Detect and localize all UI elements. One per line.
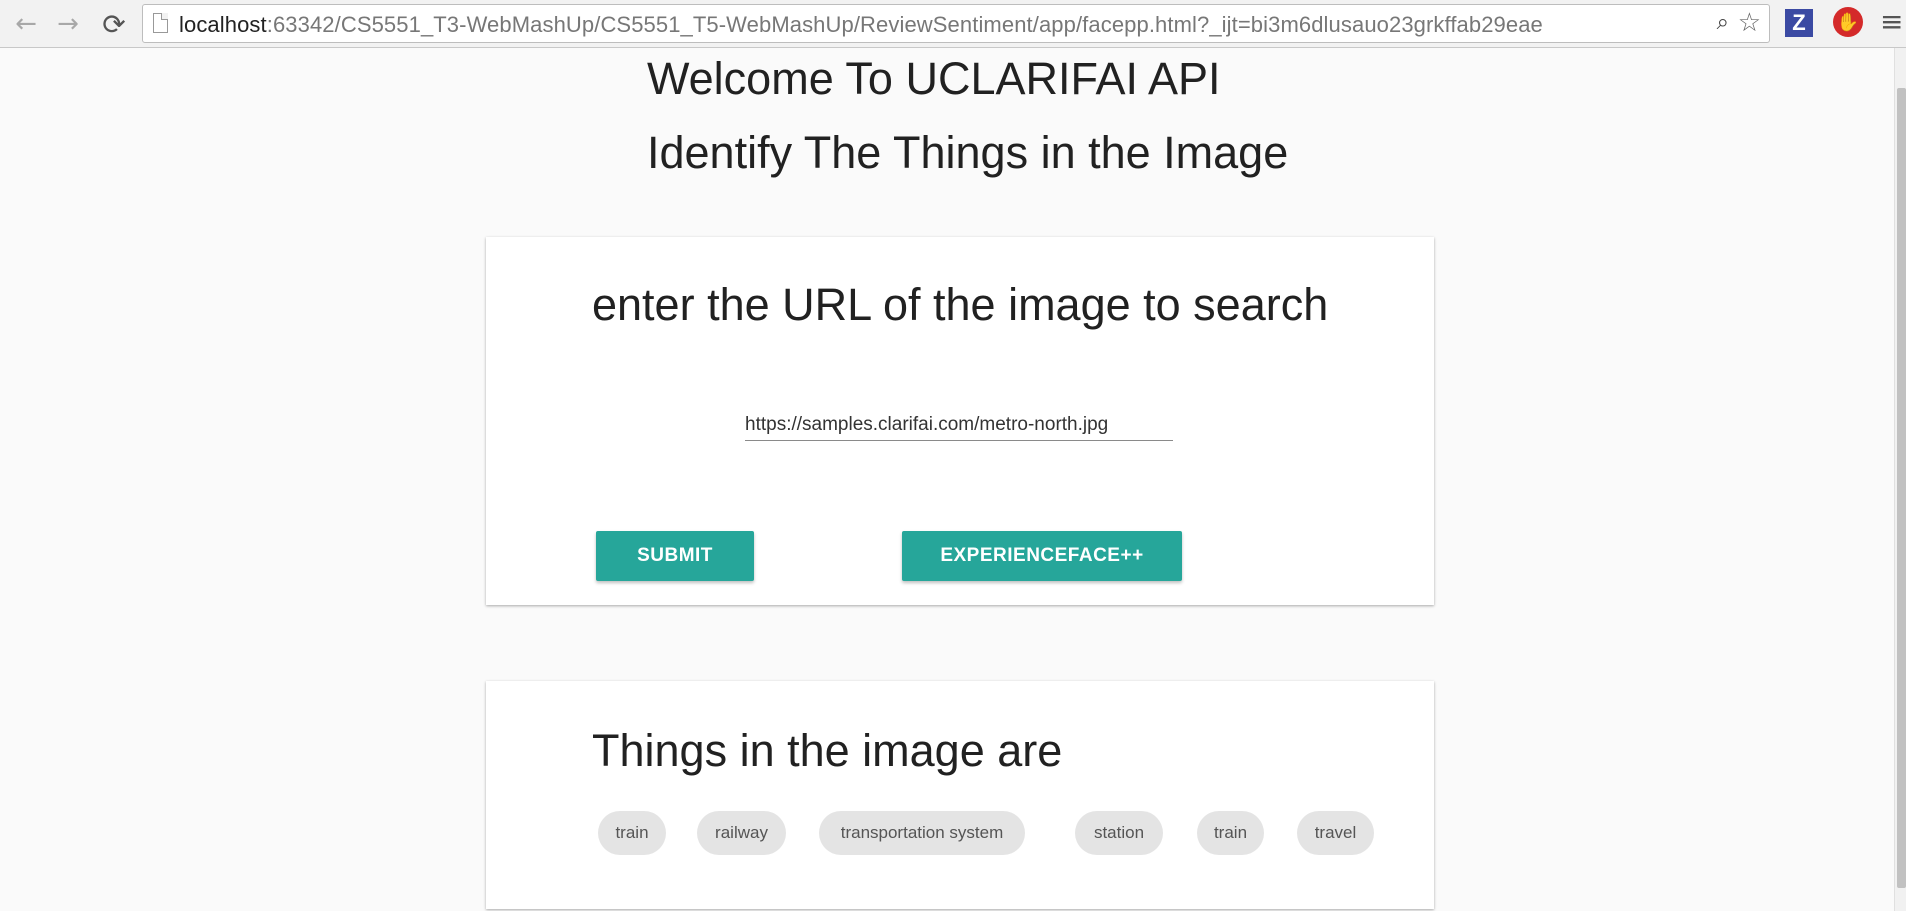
z-extension-icon[interactable]: Z: [1785, 9, 1813, 37]
tag-chip: travel: [1297, 811, 1374, 855]
forward-icon[interactable]: →: [52, 8, 84, 40]
reload-icon[interactable]: ⟳: [98, 8, 130, 41]
page-icon: [153, 13, 168, 33]
welcome-heading: Welcome To UCLARIFAI API: [647, 53, 1221, 104]
browser-toolbar: ← → ⟳ localhost:63342/CS5551_T3-WebMashU…: [0, 0, 1906, 48]
scrollbar-thumb[interactable]: [1897, 88, 1906, 888]
browser-menu-icon[interactable]: ≡: [1880, 8, 1906, 36]
subtitle-heading: Identify The Things in the Image: [647, 127, 1289, 178]
submit-button[interactable]: SUBMIT: [596, 531, 754, 581]
bookmark-star-icon[interactable]: ☆: [1738, 8, 1761, 38]
tag-chip: train: [598, 811, 666, 855]
search-card: enter the URL of the image to search SUB…: [486, 237, 1434, 605]
back-icon[interactable]: ←: [10, 8, 42, 40]
results-card: Things in the image are train railway tr…: [486, 681, 1434, 909]
url-path: :63342/CS5551_T3-WebMashUp/CS5551_T5-Web…: [266, 12, 1543, 37]
search-card-title: enter the URL of the image to search: [592, 279, 1329, 330]
tag-chip: train: [1197, 811, 1264, 855]
tag-chip: transportation system: [819, 811, 1025, 855]
page-scrollbar[interactable]: [1894, 48, 1906, 911]
url-host: localhost: [179, 12, 267, 37]
results-card-title: Things in the image are: [592, 725, 1063, 776]
tag-chip: railway: [697, 811, 786, 855]
image-url-input[interactable]: [745, 409, 1173, 441]
tag-list: train railway transportation system stat…: [486, 811, 1434, 855]
url-text[interactable]: localhost:63342/CS5551_T3-WebMashUp/CS55…: [179, 12, 1543, 38]
zoom-icon[interactable]: ⌕: [1717, 10, 1729, 35]
address-bar[interactable]: localhost:63342/CS5551_T3-WebMashUp/CS55…: [142, 4, 1770, 43]
tag-chip: station: [1075, 811, 1163, 855]
experience-facepp-button[interactable]: EXPERIENCEFACE++: [902, 531, 1182, 581]
adblock-stop-icon[interactable]: ✋: [1833, 7, 1863, 37]
